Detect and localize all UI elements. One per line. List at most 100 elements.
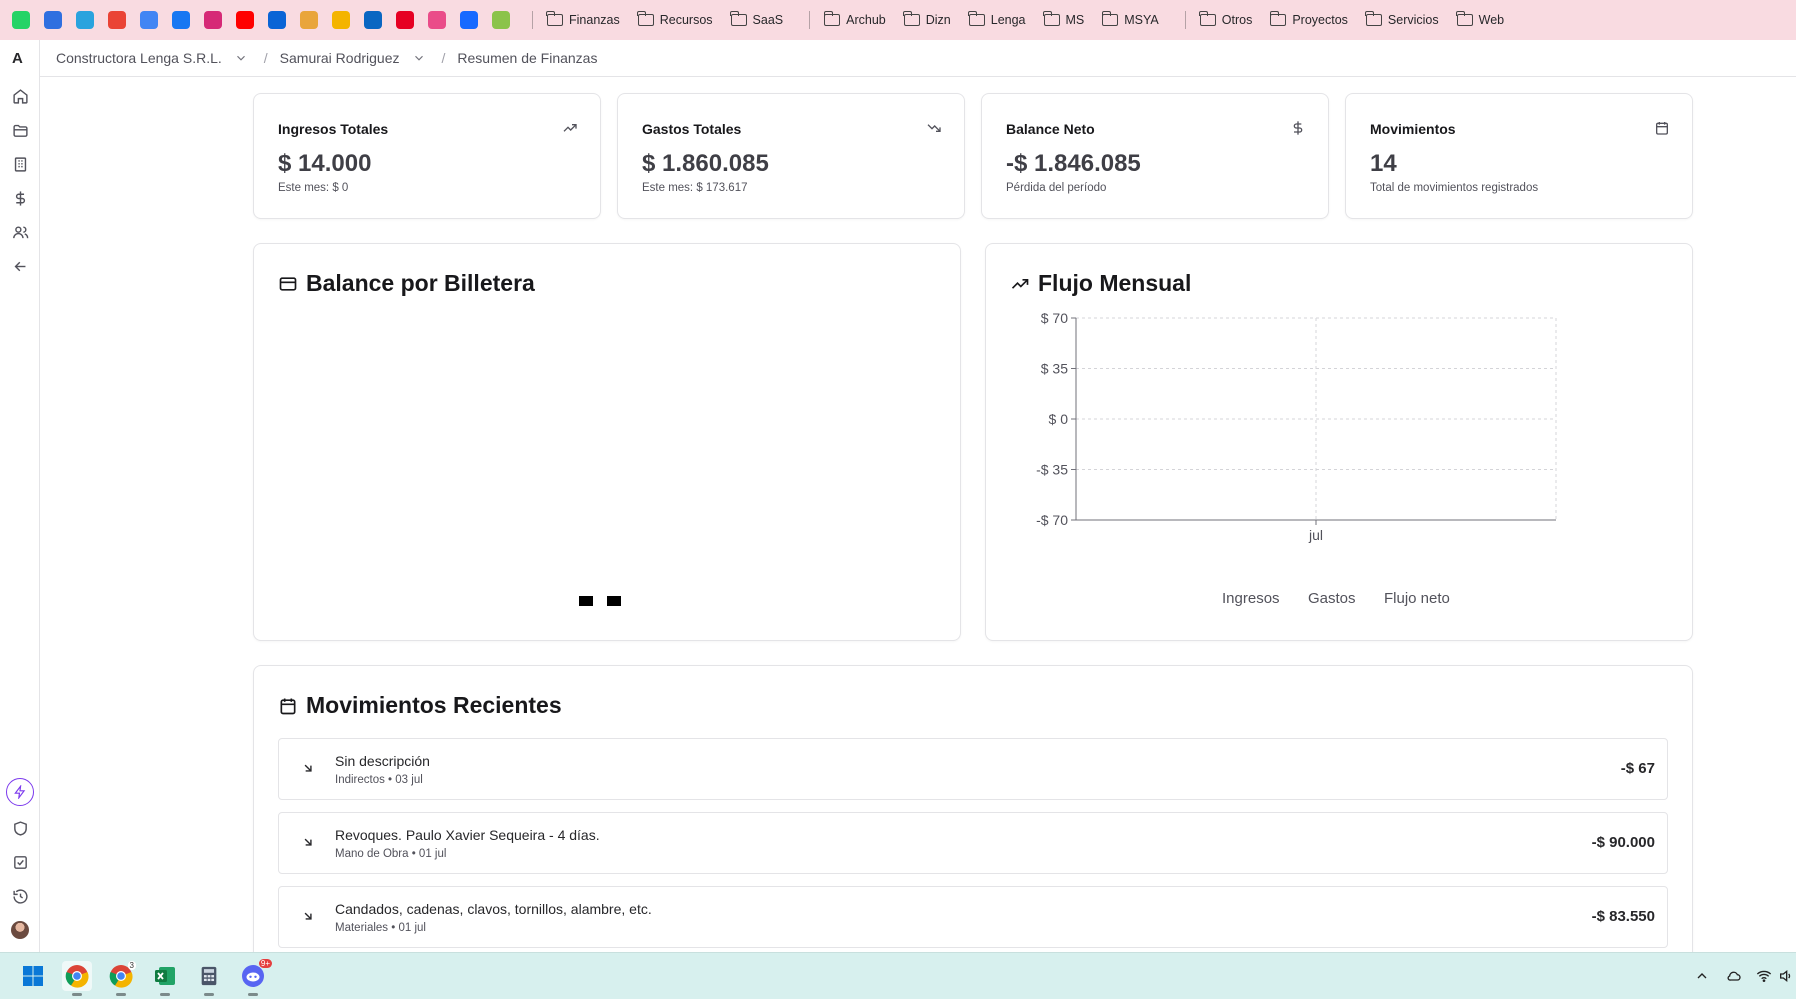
shield-icon[interactable] [10, 818, 30, 838]
checklist-icon[interactable] [10, 852, 30, 872]
bookmark-folder-finanzas[interactable]: Finanzas [546, 11, 620, 27]
movement-row[interactable]: Sin descripción Indirectos • 03 jul -$ 6… [278, 738, 1668, 800]
bookmark-folder-dizn[interactable]: Dizn [903, 11, 951, 27]
movement-row[interactable]: Candados, cadenas, clavos, tornillos, al… [278, 886, 1668, 948]
stat-value: 14 [1370, 150, 1397, 177]
bookmark-favicons [12, 11, 524, 29]
lightning-icon[interactable] [6, 778, 34, 806]
folder-icon [823, 11, 841, 26]
legend-swatch [579, 596, 593, 606]
stat-sub: Pérdida del período [1006, 182, 1107, 194]
calculator-icon[interactable] [194, 961, 224, 996]
facebook-icon[interactable] [172, 11, 190, 29]
bookmark-folder-msya[interactable]: MSYA [1101, 11, 1159, 27]
arrow-left-icon[interactable] [10, 256, 30, 276]
pinterest-icon[interactable] [396, 11, 414, 29]
y-tick-label: $ 70 [1041, 310, 1068, 326]
app-logo[interactable]: A [12, 50, 23, 67]
windows-start-icon[interactable] [18, 961, 48, 991]
bookmark-folder-web[interactable]: Web [1456, 11, 1504, 27]
ring-icon[interactable] [492, 11, 510, 29]
monthly-flow-panel: Flujo Mensual $ 70 $ 35 $ 0 -$ 35 -$ 70 jul I… [985, 243, 1693, 641]
calendar-icon [1656, 122, 1668, 135]
home-icon[interactable] [10, 86, 30, 106]
bookmark-folder-proyectos[interactable]: Proyectos [1269, 11, 1348, 27]
stat-value: $ 14.000 [278, 150, 372, 177]
breadcrumb: Constructora Lenga S.R.L. / Samurai Rodr… [40, 40, 1796, 77]
bookmark-folder-ms[interactable]: MS [1042, 11, 1084, 27]
stat-card-ingresos: Ingresos Totales $ 14.000 Este mes: $ 0 [253, 93, 601, 219]
behance-icon[interactable] [460, 11, 478, 29]
movement-meta: Materiales • 01 jul [335, 922, 426, 934]
avatar[interactable] [10, 920, 30, 940]
bookmark-folder-servicios[interactable]: Servicios [1365, 11, 1439, 27]
y-tick-label: -$ 35 [1036, 462, 1068, 478]
trending-up-icon [563, 124, 577, 132]
folder-icon [546, 11, 563, 26]
stat-sub: Este mes: $ 0 [278, 182, 349, 194]
arrow-down-right-icon [304, 912, 312, 920]
bookmark-folder-archub[interactable]: Archub [823, 11, 886, 27]
movement-row[interactable]: Revoques. Paulo Xavier Sequeira - 4 días… [278, 812, 1668, 874]
tasks-list-icon[interactable] [300, 11, 318, 29]
volume-icon[interactable] [1778, 968, 1794, 984]
movement-amount: -$ 90.000 [1591, 834, 1655, 851]
bookmarks-bar: Finanzas Recursos SaaS Archub Dizn Lenga… [0, 0, 1796, 40]
stat-card-movimientos: Movimientos 14 Total de movimientos regi… [1345, 93, 1693, 219]
linkedin-icon[interactable] [364, 11, 382, 29]
history-icon[interactable] [10, 886, 30, 906]
legend-item[interactable]: Ingresos [1222, 590, 1280, 607]
chevron-up-icon[interactable] [1694, 968, 1710, 984]
active-app-indicator [116, 993, 126, 996]
cloud-icon[interactable] [1725, 968, 1743, 984]
wifi-icon[interactable] [1756, 968, 1772, 984]
active-app-indicator [160, 993, 170, 996]
discord-icon[interactable]: 9+ [238, 959, 272, 996]
discord-badge: 9+ [258, 959, 272, 968]
y-tick-label: $ 35 [1041, 361, 1068, 377]
breadcrumb-current-page: Resumen de Finanzas [457, 50, 598, 66]
bookmark-folder-saas[interactable]: SaaS [729, 11, 783, 27]
onedrive-icon[interactable] [268, 11, 286, 29]
chrome-icon[interactable] [62, 961, 92, 996]
youtube-icon[interactable] [236, 11, 254, 29]
dribbble-icon[interactable] [428, 11, 446, 29]
stat-title: Gastos Totales [642, 121, 742, 137]
y-tick-label: $ 0 [1049, 411, 1069, 427]
breadcrumb-org[interactable]: Constructora Lenga S.R.L. [56, 50, 248, 66]
breadcrumb-project[interactable]: Samurai Rodriguez [280, 50, 426, 66]
todo-check-icon[interactable] [44, 11, 62, 29]
legend-swatch [607, 596, 621, 606]
folder-icon [903, 11, 920, 26]
panel-title: Movimientos Recientes [278, 692, 562, 719]
google-drive-icon[interactable] [332, 11, 350, 29]
instagram-icon[interactable] [204, 11, 222, 29]
dollar-icon[interactable] [10, 188, 30, 208]
bookmark-folder-otros[interactable]: Otros [1199, 11, 1252, 27]
bookmark-separator [1184, 11, 1186, 29]
building-icon[interactable] [10, 154, 30, 174]
flow-chart: $ 70 $ 35 $ 0 -$ 35 -$ 70 jul [1036, 310, 1557, 543]
chrome-badge: 3 [127, 961, 136, 970]
folder-icon [637, 11, 654, 26]
bookmark-folder-lenga[interactable]: Lenga [968, 11, 1026, 27]
x-tick-label: jul [1308, 527, 1323, 543]
legend-item[interactable]: Flujo neto [1384, 590, 1450, 607]
bookmark-separator [532, 11, 533, 29]
users-icon[interactable] [10, 222, 30, 242]
breadcrumb-separator: / [263, 50, 268, 66]
excel-icon[interactable] [150, 961, 180, 996]
bookmark-folder-recursos[interactable]: Recursos [637, 11, 713, 27]
stat-sub: Este mes: $ 173.617 [642, 182, 748, 194]
google-icon[interactable] [108, 11, 126, 29]
chrome-profile-icon[interactable]: 3 [106, 961, 136, 996]
movement-title: Sin descripción [335, 753, 430, 769]
whatsapp-icon[interactable] [12, 11, 30, 29]
folder-icon [1365, 11, 1382, 26]
folder-open-icon[interactable] [10, 120, 30, 140]
trending-up-icon [1011, 278, 1029, 289]
folder-icon [1456, 11, 1473, 26]
google-calendar-icon[interactable] [140, 11, 158, 29]
legend-item[interactable]: Gastos [1308, 590, 1356, 607]
telegram-icon[interactable] [76, 11, 94, 29]
